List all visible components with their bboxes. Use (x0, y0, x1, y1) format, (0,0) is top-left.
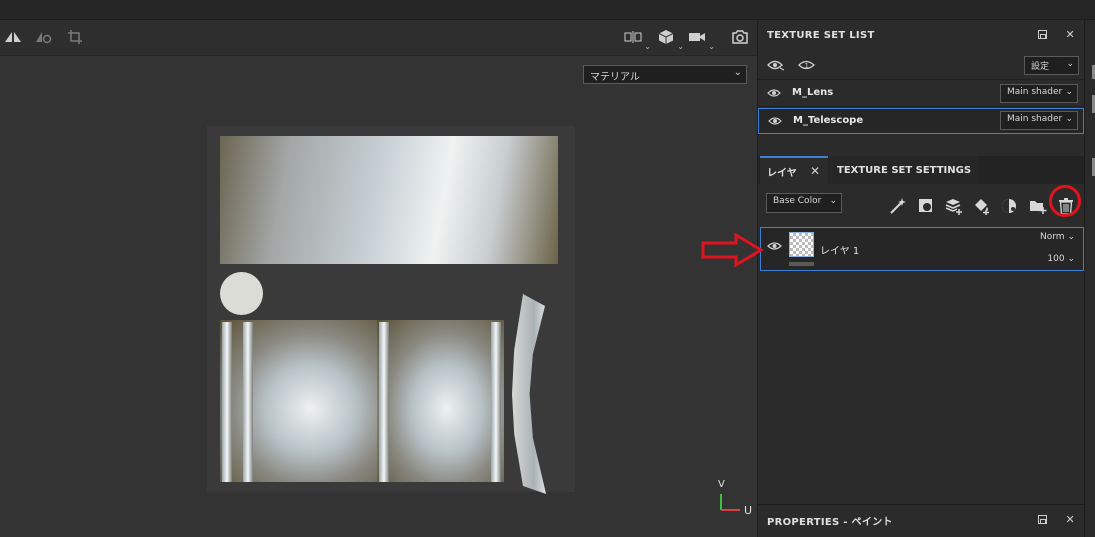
texture-set-name: M_Lens (792, 87, 834, 98)
uv-map-canvas[interactable] (207, 126, 575, 494)
tab-texture-set-settings[interactable]: TEXTURE SET SETTINGS (829, 156, 979, 184)
shader-value: Main shader (1007, 87, 1063, 97)
layer-name[interactable]: レイヤ 1 (820, 242, 859, 257)
close-icon[interactable]: ✕ (1065, 28, 1075, 41)
uv-island-arc (512, 294, 547, 494)
material-mode-select[interactable]: マテリアル ⌄ (583, 65, 747, 84)
close-icon[interactable]: ✕ (1065, 513, 1075, 526)
visibility-settings-icon[interactable] (767, 59, 785, 75)
undock-icon[interactable] (1038, 515, 1048, 524)
uv-island-edge (243, 322, 253, 482)
uv-island-edge (222, 322, 232, 482)
texture-set-settings-dropdown[interactable]: 設定 ⌄ (1024, 56, 1079, 75)
screenshot-camera-icon[interactable] (729, 27, 751, 47)
opacity-dropdown[interactable]: 100 ⌄ (1047, 254, 1075, 264)
material-mode-value: マテリアル (590, 72, 640, 83)
texture-set-list-toolbar: 1 設定 ⌄ (758, 50, 1085, 80)
uv-axis-gizmo: V U (714, 479, 754, 520)
chevron-down-icon: ⌄ (829, 196, 837, 206)
chevron-down-icon: ⌄ (733, 67, 742, 78)
chevron-down-icon: ⌄ (1065, 87, 1073, 97)
symmetry-settings-icon[interactable] (33, 27, 55, 47)
texture-set-list-header: TEXTURE SET LIST ✕ (758, 20, 1085, 50)
smart-material-icon[interactable] (1000, 196, 1020, 216)
blend-mode-value: Norm (1040, 232, 1065, 242)
viewport-toolbar: ⌄ ⌄ ⌄ (0, 20, 757, 56)
chevron-down-icon: ⌄ (1065, 114, 1073, 124)
channel-value: Base Color (773, 196, 822, 206)
uv-island-edge (379, 322, 389, 482)
layer-mask-bar (789, 262, 814, 266)
close-icon[interactable]: ✕ (810, 164, 820, 178)
layers-tabbar: レイヤ ✕ TEXTURE SET SETTINGS (758, 156, 1085, 184)
texture-set-name: M_Telescope (793, 115, 864, 126)
chevron-down-icon: ⌄ (644, 42, 651, 51)
layer-row[interactable]: レイヤ 1 Norm ⌄ 100 ⌄ (760, 227, 1084, 271)
blend-mode-dropdown[interactable]: Norm ⌄ (1040, 232, 1075, 242)
layers-toolbar: Base Color ⌄ (758, 184, 1085, 226)
texture-set-row-selected[interactable]: M_Telescope Main shader ⌄ (758, 108, 1084, 134)
add-paint-layer-icon[interactable] (972, 196, 992, 216)
uv-island-circle (220, 272, 263, 315)
shader-value: Main shader (1007, 114, 1063, 124)
uv-island-top (220, 136, 558, 264)
eye-icon[interactable] (767, 88, 781, 98)
right-panel: TEXTURE SET LIST ✕ 1 設定 ⌄ M_Lens Main sh… (757, 20, 1085, 537)
chevron-down-icon: ⌄ (1066, 59, 1074, 69)
app-top-bar (0, 0, 1095, 20)
add-effect-icon[interactable] (888, 196, 908, 216)
add-fill-layer-icon[interactable] (944, 196, 964, 216)
right-dock-strip[interactable] (1084, 20, 1095, 537)
tab-layers-label: レイヤ (767, 167, 797, 179)
axis-u-label: U (744, 504, 753, 517)
opacity-value: 100 (1047, 254, 1065, 264)
texture-set-list-title: TEXTURE SET LIST (767, 29, 875, 41)
mirror-icon[interactable] (2, 27, 24, 47)
settings-label: 設定 (1031, 62, 1050, 72)
shader-dropdown[interactable]: Main shader ⌄ (1000, 111, 1078, 130)
layer-thumbnail (789, 232, 814, 257)
display-cube-icon[interactable]: ⌄ (655, 27, 684, 51)
solo-icon[interactable]: 1 (798, 58, 815, 75)
split-view-icon[interactable]: ⌄ (622, 27, 651, 51)
tab-layers[interactable]: レイヤ ✕ (760, 156, 828, 184)
axis-v-label: V (718, 479, 725, 490)
uv-island-cylinder-right (377, 320, 504, 482)
channel-dropdown[interactable]: Base Color ⌄ (766, 193, 842, 213)
crop-icon[interactable] (64, 27, 86, 47)
uv-island-edge (491, 322, 501, 482)
chevron-down-icon: ⌄ (677, 42, 684, 51)
properties-title: PROPERTIES - ペイント (767, 516, 893, 528)
uv-viewport[interactable]: ⌄ ⌄ ⌄ マテリアル ⌄ V U (0, 20, 757, 537)
texture-set-row[interactable]: M_Lens Main shader ⌄ (758, 81, 1084, 107)
camera-video-icon[interactable]: ⌄ (686, 27, 715, 51)
shader-dropdown[interactable]: Main shader ⌄ (1000, 84, 1078, 103)
properties-header: PROPERTIES - ペイント ✕ (758, 505, 1085, 535)
svg-text:1: 1 (805, 62, 809, 70)
undock-icon[interactable] (1038, 30, 1048, 39)
eye-icon[interactable] (767, 241, 782, 251)
add-mask-icon[interactable] (916, 196, 936, 216)
annotation-arrow (701, 232, 764, 268)
eye-icon[interactable] (768, 116, 782, 126)
annotation-circle (1049, 185, 1081, 217)
tab-texture-set-settings-label: TEXTURE SET SETTINGS (837, 164, 972, 176)
properties-panel: PROPERTIES - ペイント ✕ (758, 504, 1085, 537)
add-folder-icon[interactable] (1028, 196, 1048, 216)
chevron-down-icon: ⌄ (708, 42, 715, 51)
